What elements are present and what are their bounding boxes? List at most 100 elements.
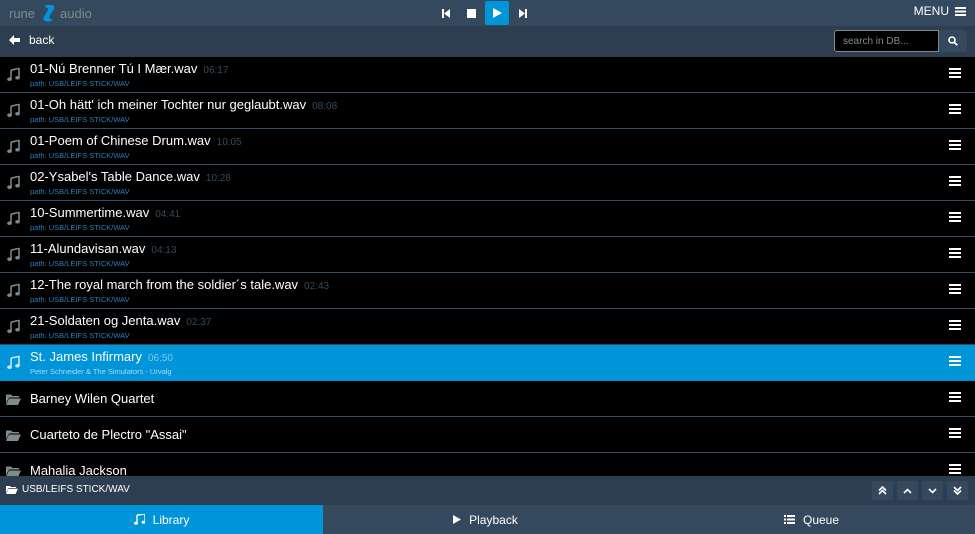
row-menu-icon[interactable]	[949, 104, 961, 114]
music-note-icon	[7, 247, 20, 261]
row-menu-icon[interactable]	[949, 392, 961, 402]
row-title-text: 01-Oh hätt' ich meiner Tochter nur gegla…	[30, 97, 307, 112]
menu-button[interactable]: MENU	[914, 4, 966, 18]
row-title: Barney Wilen Quartet	[30, 391, 154, 406]
track-row[interactable]: 02-Ysabel's Table Dance.wav 10:28 path: US…	[0, 165, 975, 201]
row-title: St. James Infirmary 06:50	[30, 349, 173, 364]
row-menu-icon[interactable]	[949, 68, 961, 78]
row-title-text: St. James Infirmary	[30, 349, 142, 364]
tab-library[interactable]: Library	[0, 505, 323, 534]
search-icon	[948, 36, 958, 46]
row-menu-icon[interactable]	[949, 140, 961, 150]
search-input[interactable]	[834, 30, 939, 52]
folder-open-icon	[6, 394, 21, 405]
music-note-icon	[7, 103, 20, 117]
row-title: Mahalia Jackson	[30, 463, 127, 476]
track-row[interactable]: 21-Soldaten og Jenta.wav 02:37 path: USB/L…	[0, 309, 975, 345]
row-menu-icon[interactable]	[949, 428, 961, 438]
row-subtitle: Peter Schneider & The Simulators - Urval…	[30, 367, 172, 376]
transport-controls	[435, 1, 537, 25]
previous-button[interactable]	[435, 1, 457, 25]
folder-open-icon	[6, 430, 21, 441]
play-icon	[492, 8, 502, 18]
music-note-icon	[7, 139, 20, 153]
hamburger-icon	[955, 6, 966, 16]
brand-left-text: rune	[9, 5, 36, 21]
music-note-icon	[7, 67, 20, 81]
play-button[interactable]	[485, 1, 509, 25]
tab-playback[interactable]: Playback	[323, 505, 648, 534]
row-duration: 08:08	[312, 101, 338, 112]
back-label: back	[29, 33, 55, 47]
folder-row[interactable]: Cuarteto de Plectro "Assai"	[0, 417, 975, 453]
row-menu-icon[interactable]	[949, 356, 961, 366]
row-menu-icon[interactable]	[949, 212, 961, 222]
tab-queue[interactable]: Queue	[648, 505, 975, 534]
row-menu-icon[interactable]	[949, 320, 961, 330]
row-title-text: 01-Nú Brenner Tú I Mær.wav	[30, 61, 198, 76]
folder-open-icon	[6, 466, 21, 476]
row-title: 12-The royal march from the soldier´s ta…	[30, 277, 329, 292]
row-subtitle: path: USB/LEIFS STICK/WAV	[30, 259, 130, 268]
brand-logo[interactable]: rune audio	[9, 4, 92, 22]
track-row[interactable]: St. James Infirmary 06:50 Peter Schneider …	[0, 345, 975, 381]
track-row[interactable]: 01-Poem of Chinese Drum.wav 10:05 path: US…	[0, 129, 975, 165]
folder-open-icon	[6, 486, 18, 494]
row-subtitle: path: USB/LEIFS STICK/WAV	[30, 79, 130, 88]
up-icon	[903, 487, 912, 494]
row-duration: 02:43	[304, 281, 330, 292]
database-list: 01-Nú Brenner Tú I Mær.wav 06:17 path: USB…	[0, 57, 975, 476]
music-note-icon	[7, 319, 20, 333]
double-down-icon	[953, 486, 962, 495]
menu-label: MENU	[913, 4, 949, 18]
row-duration: 10:05	[216, 137, 242, 148]
music-note-icon	[7, 283, 20, 297]
scroll-down-button[interactable]	[922, 481, 943, 500]
music-note-icon	[7, 175, 20, 189]
row-subtitle: path: USB/LEIFS STICK/WAV	[30, 223, 130, 232]
row-title-text: Barney Wilen Quartet	[30, 391, 155, 406]
row-duration: 04:13	[151, 245, 177, 256]
row-title: 21-Soldaten og Jenta.wav 02:37	[30, 313, 211, 328]
row-title: 01-Nú Brenner Tú I Mær.wav 06:17	[30, 61, 228, 76]
scroll-buttons	[868, 481, 968, 500]
back-button[interactable]: back	[9, 33, 54, 47]
row-menu-icon[interactable]	[949, 284, 961, 294]
folder-row[interactable]: Barney Wilen Quartet	[0, 381, 975, 417]
rune-logo-icon	[43, 5, 55, 22]
row-subtitle: path: USB/LEIFS STICK/WAV	[30, 115, 130, 124]
track-row[interactable]: 11-Alundavisan.wav 04:13 path: USB/LEIFS S…	[0, 237, 975, 273]
row-title-text: 12-The royal march from the soldier´s ta…	[30, 277, 299, 292]
row-title: 11-Alundavisan.wav 04:13	[30, 241, 176, 256]
track-row[interactable]: 10-Summertime.wav 04:41 path: USB/LEIFS ST…	[0, 201, 975, 237]
row-subtitle: path: USB/LEIFS STICK/WAV	[30, 151, 130, 160]
down-icon	[928, 487, 937, 494]
top-bar: rune audio MENU	[0, 0, 975, 26]
next-icon	[519, 8, 527, 18]
row-title: 01-Oh hätt' ich meiner Tochter nur gegla…	[30, 97, 337, 112]
track-row[interactable]: 01-Nú Brenner Tú I Mær.wav 06:17 path: USB…	[0, 57, 975, 93]
stop-icon	[466, 8, 476, 18]
stop-button[interactable]	[460, 1, 482, 25]
row-subtitle: path: USB/LEIFS STICK/WAV	[30, 187, 130, 196]
search-button[interactable]	[939, 30, 967, 52]
scroll-bottom-button[interactable]	[947, 481, 968, 500]
row-menu-icon[interactable]	[949, 248, 961, 258]
scroll-top-button[interactable]	[872, 481, 893, 500]
arrow-left-icon	[9, 35, 20, 45]
row-duration: 06:17	[203, 65, 229, 76]
row-title-text: 10-Summertime.wav	[30, 205, 150, 220]
next-button[interactable]	[512, 1, 534, 25]
list-icon	[783, 515, 795, 524]
row-menu-icon[interactable]	[949, 176, 961, 186]
row-title-text: 01-Poem of Chinese Drum.wav	[30, 133, 211, 148]
music-note-icon	[7, 355, 20, 369]
track-row[interactable]: 12-The royal march from the soldier´s ta…	[0, 273, 975, 309]
folder-row[interactable]: Mahalia Jackson	[0, 453, 975, 476]
track-row[interactable]: 01-Oh hätt' ich meiner Tochter nur gegla…	[0, 93, 975, 129]
scroll-up-button[interactable]	[897, 481, 918, 500]
breadcrumb[interactable]: USB/LEIFS STICK/WAV	[6, 484, 130, 495]
row-title-text: 11-Alundavisan.wav	[30, 241, 146, 256]
row-menu-icon[interactable]	[949, 464, 961, 474]
row-subtitle: path: USB/LEIFS STICK/WAV	[30, 295, 130, 304]
